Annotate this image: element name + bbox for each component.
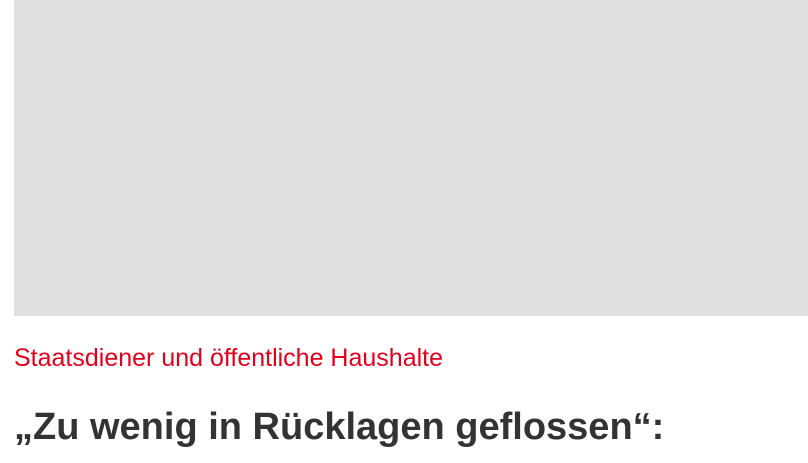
article-teaser: Staatsdiener und öffentliche Haushalte „… [0, 0, 808, 463]
article-image-placeholder[interactable] [14, 0, 808, 316]
article-headline[interactable]: „Zu wenig in Rücklagen geflossen“: [14, 404, 664, 450]
article-kicker[interactable]: Staatsdiener und öffentliche Haushalte [14, 342, 443, 374]
